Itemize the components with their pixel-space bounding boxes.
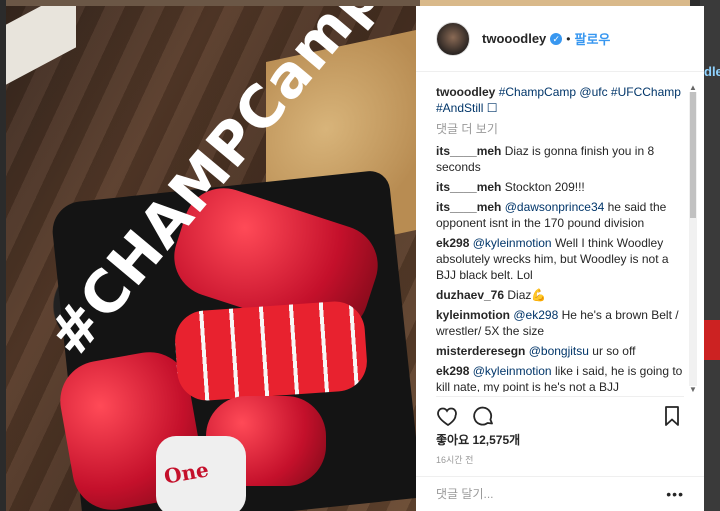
comment-item: its____meh Stockton 209!!! (436, 179, 684, 195)
comment-username[interactable]: its____meh (436, 144, 501, 158)
follow-button[interactable]: 팔로우 (574, 29, 610, 48)
comment-icon[interactable] (472, 404, 496, 428)
comment-mention[interactable]: @kyleinmotion (473, 236, 552, 250)
comment-input[interactable] (436, 487, 667, 501)
comments-scrollbar[interactable]: ▲ ▼ (689, 84, 697, 396)
background-text: dle (704, 64, 720, 79)
comment-username[interactable]: its____meh (436, 180, 501, 194)
comment-username[interactable]: ek298 (436, 364, 469, 378)
screen: dle One #CHAMPCamp twooodley ✓ • 팔로우 two… (0, 0, 720, 511)
comment-item: misterderesegn @bongjitsu ur so off (436, 343, 684, 359)
comment-item: its____meh Diaz is gonna finish you in 8… (436, 143, 684, 175)
comment-username[interactable]: kyleinmotion (436, 308, 510, 322)
comment-text: ur so off (588, 344, 636, 358)
scroll-down-arrow-icon[interactable]: ▼ (689, 386, 697, 394)
action-bar (436, 396, 684, 428)
likes-count[interactable]: 좋아요 12,575개 (436, 431, 520, 448)
comment-item: ek298 @kyleinmotion Well I think Woodley… (436, 235, 684, 283)
post-side-panel: twooodley ✓ • 팔로우 twooodley #ChampCamp @… (416, 6, 704, 511)
comment-text: Diaz💪 (507, 288, 547, 302)
scroll-thumb[interactable] (690, 92, 696, 218)
comment-username[interactable]: its____meh (436, 200, 501, 214)
avatar[interactable] (436, 21, 470, 56)
comment-mention[interactable]: @kyleinmotion (473, 364, 552, 378)
author-username[interactable]: twooodley (482, 31, 546, 46)
post-photo[interactable]: One #CHAMPCamp (6, 6, 416, 511)
scroll-track[interactable] (689, 92, 697, 386)
post-caption: twooodley #ChampCamp @ufc #UFCChamp #And… (436, 84, 684, 116)
wrestling-shoe (173, 299, 369, 403)
comment-username[interactable]: duzhaev_76 (436, 288, 504, 302)
comment-mention[interactable]: @bongjitsu (529, 344, 589, 358)
comment-item: ek298 @kyleinmotion like i said, he is g… (436, 363, 684, 392)
scroll-up-arrow-icon[interactable]: ▲ (689, 84, 697, 92)
comment-item: its____meh @dawsonprince34 he said the o… (436, 199, 684, 231)
bookmark-icon[interactable] (660, 404, 684, 428)
post-timestamp[interactable]: 16시간 전 (436, 453, 473, 466)
comment-mention[interactable]: @dawsonprince34 (505, 200, 605, 214)
verified-icon: ✓ (550, 32, 563, 45)
caption-username[interactable]: twooodley (436, 85, 495, 99)
heart-icon[interactable] (436, 404, 460, 428)
comment-item: duzhaev_76 Diaz💪 (436, 287, 684, 303)
more-icon[interactable]: ••• (666, 486, 684, 502)
separator-dot: • (566, 31, 571, 46)
post-header: twooodley ✓ • 팔로우 (416, 6, 704, 72)
comments-list[interactable]: twooodley #ChampCamp @ufc #UFCChamp #And… (436, 78, 684, 392)
comment-text: Stockton 209!!! (504, 180, 585, 194)
comment-username[interactable]: ek298 (436, 236, 469, 250)
comment-mention[interactable]: @ek298 (513, 308, 558, 322)
view-more-comments-link[interactable]: 댓글 더 보기 (436, 120, 684, 137)
add-comment-bar: ••• (416, 476, 704, 511)
comment-item: kyleinmotion @ek298 He he's a brown Belt… (436, 307, 684, 339)
comment-text: Well I think Woodley absolutely wrecks h… (436, 236, 669, 282)
comment-username[interactable]: misterderesegn (436, 344, 525, 358)
